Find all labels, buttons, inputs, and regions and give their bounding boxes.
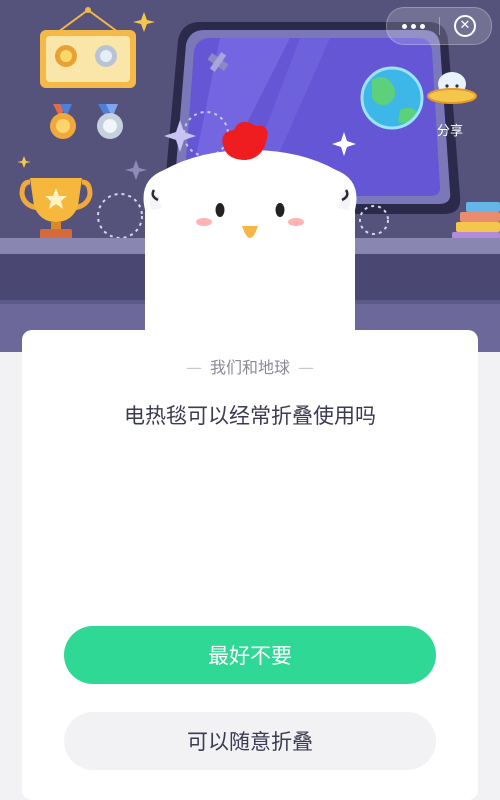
answer-option-1[interactable]: 最好不要 <box>64 626 436 684</box>
close-button[interactable]: ✕ <box>439 8 491 44</box>
share-button[interactable]: 分享 <box>430 120 470 139</box>
answer-option-2[interactable]: 可以随意折叠 <box>64 712 436 770</box>
quiz-card: — 我们和地球 — 电热毯可以经常折叠使用吗 最好不要 可以随意折叠 <box>22 330 478 800</box>
mini-program-capsule: ✕ <box>386 7 492 45</box>
quiz-question: 电热毯可以经常折叠使用吗 <box>124 404 376 428</box>
more-dots-icon[interactable] <box>387 8 439 44</box>
close-circle-icon: ✕ <box>454 15 476 37</box>
chick-mascot-icon <box>143 121 357 330</box>
